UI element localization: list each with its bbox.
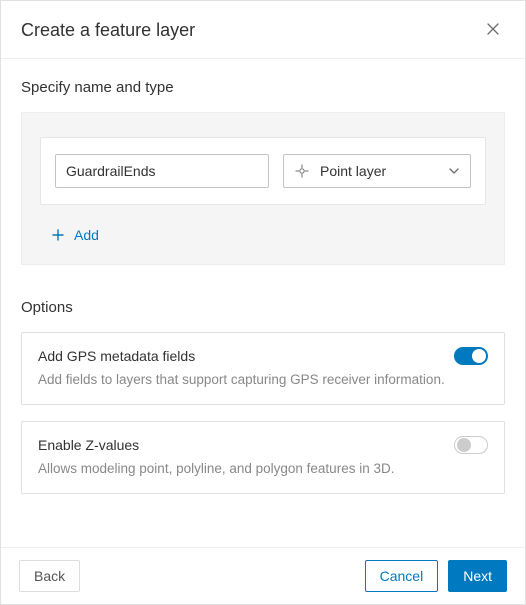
layer-type-select[interactable]: Point layer	[283, 154, 471, 188]
cancel-button[interactable]: Cancel	[365, 560, 439, 592]
dialog-header: Create a feature layer	[1, 1, 525, 59]
specify-heading: Specify name and type	[21, 79, 505, 96]
dialog-body: Specify name and type Point layer	[1, 59, 525, 547]
gps-metadata-toggle[interactable]	[454, 347, 488, 365]
toggle-knob	[472, 349, 486, 363]
option-gps-metadata: Add GPS metadata fields Add fields to la…	[21, 332, 505, 405]
option-z-title: Enable Z-values	[38, 437, 139, 453]
back-button[interactable]: Back	[19, 560, 80, 592]
z-values-toggle[interactable]	[454, 436, 488, 454]
option-gps-head: Add GPS metadata fields	[38, 347, 488, 365]
chevron-down-icon	[448, 165, 460, 177]
point-layer-icon	[294, 163, 310, 179]
option-z-desc: Allows modeling point, polyline, and pol…	[38, 460, 488, 479]
add-layer-button[interactable]: Add	[52, 227, 99, 243]
option-gps-desc: Add fields to layers that support captur…	[38, 371, 488, 390]
option-gps-title: Add GPS metadata fields	[38, 348, 195, 364]
option-z-values: Enable Z-values Allows modeling point, p…	[21, 421, 505, 494]
close-icon	[485, 21, 501, 40]
next-button[interactable]: Next	[448, 560, 507, 592]
layer-type-label: Point layer	[320, 163, 448, 179]
dialog-title: Create a feature layer	[21, 20, 195, 41]
toggle-knob	[457, 438, 471, 452]
close-button[interactable]	[481, 17, 505, 44]
add-layer-label: Add	[74, 227, 99, 243]
dialog-footer: Back Cancel Next	[1, 547, 525, 604]
layer-name-input[interactable]	[55, 154, 269, 188]
option-z-head: Enable Z-values	[38, 436, 488, 454]
options-heading: Options	[21, 299, 505, 316]
name-type-row: Point layer	[40, 137, 486, 205]
add-row: Add	[40, 227, 486, 244]
plus-icon	[52, 229, 64, 241]
options-section: Options Add GPS metadata fields Add fiel…	[21, 299, 505, 494]
layer-config-panel: Point layer Add	[21, 112, 505, 265]
